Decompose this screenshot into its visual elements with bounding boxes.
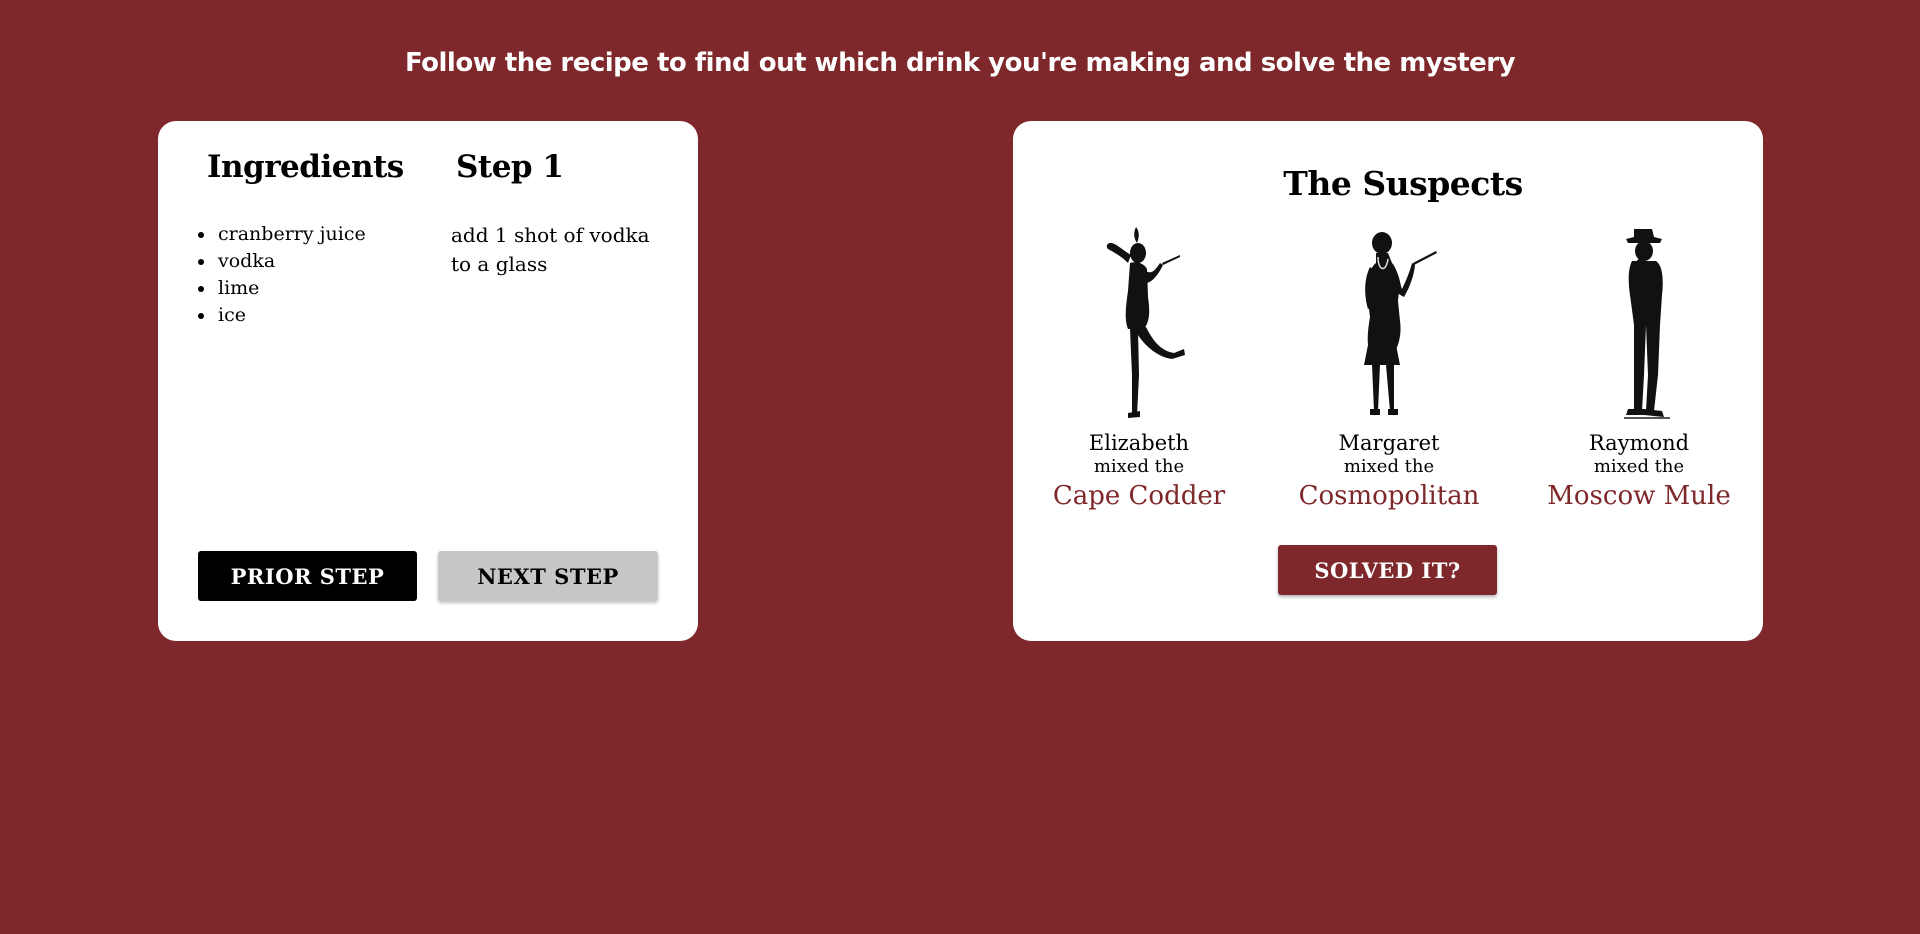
ingredient-item: lime <box>216 275 366 302</box>
gentleman-fedora-silhouette-icon <box>1624 229 1670 419</box>
suspect-drink: Moscow Mule <box>1547 481 1731 511</box>
suspect-name: Raymond <box>1588 431 1690 455</box>
next-step-button[interactable]: NEXT STEP <box>438 551 658 601</box>
suspect-drink: Cape Codder <box>1052 481 1226 511</box>
page-headline: Follow the recipe to find out which drin… <box>404 48 1516 78</box>
suspect-mixed-label: mixed the <box>1093 456 1185 477</box>
suspect-raymond: Raymond mixed the Moscow Mule <box>1519 225 1759 513</box>
suspects-title: The Suspects <box>1283 164 1523 203</box>
ingredient-item: cranberry juice <box>216 221 366 248</box>
step-title: Step 1 <box>456 149 564 185</box>
ingredients-list: cranberry juice vodka lime ice <box>185 221 366 329</box>
flapper-cigarette-silhouette-icon <box>1364 232 1437 415</box>
prior-step-button[interactable]: PRIOR STEP <box>198 551 417 601</box>
suspect-drink: Cosmopolitan <box>1298 481 1480 511</box>
flapper-dancing-silhouette-icon <box>1106 227 1185 418</box>
step-instruction: add 1 shot of vodka to a glass <box>451 223 650 276</box>
suspect-mixed-label: mixed the <box>1343 456 1435 477</box>
ingredients-title: Ingredients <box>207 149 404 185</box>
solved-it-button[interactable]: SOLVED IT? <box>1278 545 1497 595</box>
ingredient-item: vodka <box>216 248 366 275</box>
suspect-name: Margaret <box>1338 431 1440 455</box>
suspects-card: The Suspects Elizabeth mixed the Cape Co… <box>1013 121 1763 641</box>
ingredient-item: ice <box>216 302 366 329</box>
recipe-card: Ingredients Step 1 cranberry juice vodka… <box>158 121 698 641</box>
suspect-name: Elizabeth <box>1088 431 1190 455</box>
suspect-margaret: Margaret mixed the Cosmopolitan <box>1269 225 1509 513</box>
suspect-elizabeth: Elizabeth mixed the Cape Codder <box>1019 225 1259 513</box>
suspect-mixed-label: mixed the <box>1593 456 1685 477</box>
